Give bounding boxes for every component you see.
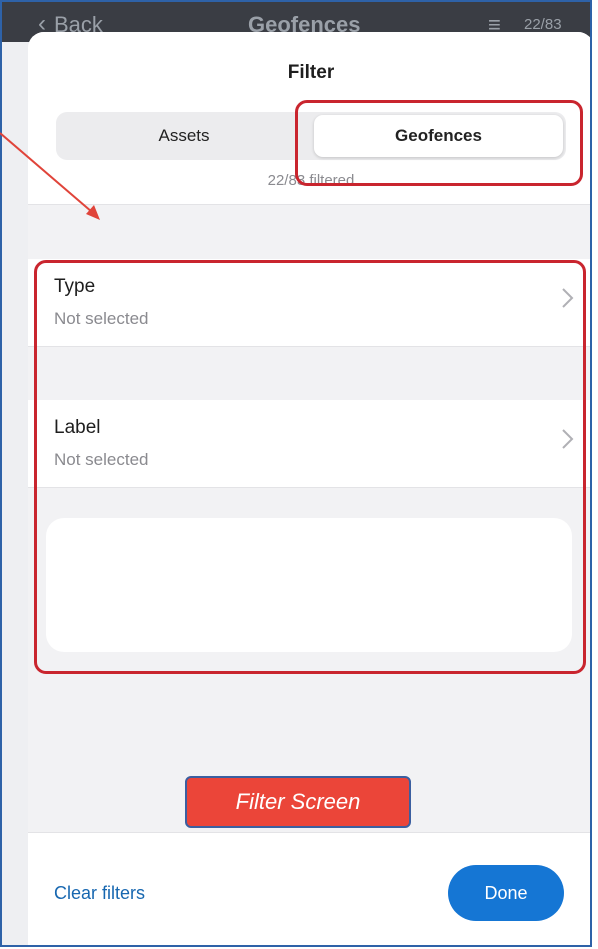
filter-screen-caption: Filter Screen	[185, 776, 411, 828]
empty-card	[46, 518, 572, 652]
filter-row-label[interactable]: Label Not selected	[28, 400, 590, 488]
filter-row-label: Type	[54, 276, 96, 297]
filter-footer: Clear filters Done	[28, 832, 590, 945]
annotation-arrow	[0, 132, 100, 220]
background-count: 22/83	[524, 16, 562, 33]
clear-filters-button[interactable]: Clear filters	[54, 883, 145, 904]
filter-row-type[interactable]: Type Not selected	[28, 259, 590, 347]
chevron-right-icon	[562, 288, 574, 308]
filter-row-label-text: Label	[54, 417, 101, 438]
filter-row-value: Not selected	[54, 450, 149, 469]
filter-tab-control: Assets Geofences	[56, 112, 566, 160]
tab-geofences[interactable]: Geofences	[314, 115, 563, 157]
chevron-right-icon	[562, 429, 574, 449]
filter-row-value: Not selected	[54, 309, 149, 328]
done-button[interactable]: Done	[448, 865, 564, 921]
